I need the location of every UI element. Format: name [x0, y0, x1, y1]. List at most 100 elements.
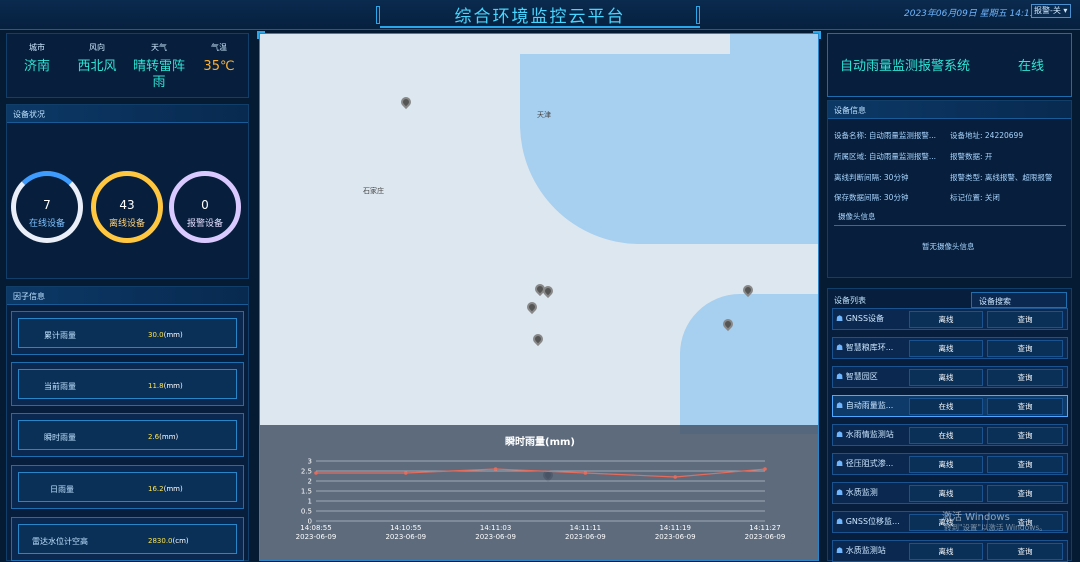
- map-label-shijiazhuang: 石家庄: [363, 187, 384, 195]
- query-button[interactable]: 查询: [987, 485, 1063, 502]
- map-corner: [813, 31, 821, 39]
- info-address: 设备地址: 24220699: [950, 131, 1024, 140]
- y-tick-label: 3: [308, 458, 312, 466]
- query-button[interactable]: 查询: [987, 543, 1063, 560]
- info-alarm-type: 报警类型: 离线报警、超限报警: [950, 173, 1053, 182]
- device-row[interactable]: ☗ 智慧粮库环... 离线 查询: [832, 337, 1068, 359]
- device-list-title: 设备列表: [834, 296, 866, 305]
- data-point[interactable]: [314, 471, 318, 475]
- alarm-label: 报警设备: [186, 219, 223, 229]
- camera-info-title: 摄像头信息: [838, 212, 876, 221]
- query-button[interactable]: 查询: [987, 369, 1063, 386]
- device-tree-icon: ☗: [836, 488, 844, 497]
- y-tick-label: 1: [308, 498, 312, 506]
- x-tick-label: 14:11:03: [480, 524, 511, 532]
- device-pin[interactable]: [530, 331, 546, 347]
- x-tick-label: 2023-06-09: [745, 533, 786, 541]
- device-row-name: ☗ 径压阻式渗...: [836, 459, 894, 468]
- device-status-title: 设备状况: [7, 105, 248, 123]
- offline-device-ring[interactable]: 43 离线设备: [91, 171, 163, 243]
- divider: [834, 225, 1066, 226]
- data-point[interactable]: [673, 475, 677, 479]
- device-row-status: 在线: [909, 427, 983, 444]
- rain-chart-panel: 瞬时雨量(mm) 0 0.5 1 1.5 2 2.5 3 14:08:55 2023-06-09…: [260, 425, 818, 560]
- factor-value: 2830.0(cm): [148, 537, 189, 545]
- y-tick-label: 2.5: [301, 468, 312, 476]
- query-button[interactable]: 查询: [987, 311, 1063, 328]
- x-tick-label: 2023-06-09: [475, 533, 516, 541]
- offline-count: 43: [119, 198, 135, 212]
- query-button[interactable]: 查询: [987, 340, 1063, 357]
- device-pin[interactable]: [524, 299, 540, 315]
- alarm-count: 0: [201, 198, 209, 212]
- y-tick-label: 2: [308, 478, 312, 486]
- data-point[interactable]: [583, 471, 588, 475]
- device-tree-icon: ☗: [836, 343, 844, 352]
- device-row-name: ☗ 水质监测站: [836, 546, 886, 555]
- device-row-status: 离线: [909, 340, 983, 357]
- factor-name: 累计雨量: [44, 331, 76, 340]
- device-row-name: ☗ 水雨情监测站: [836, 430, 894, 439]
- data-point[interactable]: [493, 467, 498, 471]
- series-line: [316, 468, 766, 478]
- factor-item: 日雨量 16.2(mm): [11, 465, 244, 509]
- x-tick-label: 14:11:27: [749, 524, 780, 532]
- x-tick-label: 14:08:55: [300, 524, 331, 532]
- device-row[interactable]: ☗ GNSS设备 离线 查询: [832, 308, 1068, 330]
- device-row[interactable]: ☗ 智慧园区 离线 查询: [832, 366, 1068, 388]
- map-label-tianjin: 天津: [537, 111, 551, 119]
- info-mark-position: 标记位置: 关闭: [950, 193, 1000, 202]
- device-row-status: 在线: [909, 398, 983, 415]
- info-device-name: 设备名称: 自动雨量监测报警...: [834, 131, 937, 140]
- weather-temp-value: 35℃: [203, 59, 235, 74]
- alarm-toggle-select[interactable]: 报警-关 ▾: [1031, 4, 1071, 18]
- device-row[interactable]: ☗ 水质监测 离线 查询: [832, 482, 1068, 504]
- y-tick-label: 1.5: [301, 488, 312, 496]
- device-row-status: 离线: [909, 369, 983, 386]
- device-row[interactable]: ☗ 水雨情监测站 在线 查询: [832, 424, 1068, 446]
- online-label: 在线设备: [28, 219, 65, 229]
- device-pin[interactable]: [398, 94, 414, 110]
- device-tree-icon: ☗: [836, 517, 844, 526]
- factor-panel: 因子信息 累计雨量 30.0(mm) 当前雨量 11.8(mm) 瞬时雨量 2.…: [6, 286, 249, 561]
- title-right-ornament: [696, 6, 700, 24]
- factor-name: 瞬时雨量: [44, 433, 76, 442]
- map-sea-yellow: [680, 294, 818, 434]
- info-alarm-data: 报警数据: 开: [950, 152, 993, 161]
- device-row-status: 离线: [909, 456, 983, 473]
- device-tree-icon: ☗: [836, 546, 844, 555]
- weather-condition-label: 天气: [151, 43, 167, 52]
- windows-activation-hint: 转到"设置"以激活 Windows。: [944, 523, 1047, 532]
- data-point[interactable]: [763, 467, 767, 471]
- factor-value: 2.6(mm): [148, 433, 179, 441]
- device-row[interactable]: ☗ 自动雨量监... 在线 查询: [832, 395, 1068, 417]
- data-point[interactable]: [404, 471, 408, 475]
- device-row-status: 离线: [909, 485, 983, 502]
- query-button[interactable]: 查询: [987, 456, 1063, 473]
- top-bar: 综合环境监控云平台 2023年06月09日 星期五 14:11:30 报警-关 …: [0, 0, 1080, 30]
- online-count: 7: [43, 198, 51, 212]
- device-tree-icon: ☗: [836, 459, 844, 468]
- system-name: 自动雨量监测报警系统: [840, 59, 971, 74]
- windows-activation-watermark: 激活 Windows: [942, 512, 1010, 523]
- x-tick-label: 2023-06-09: [385, 533, 426, 541]
- alarm-device-ring[interactable]: 0 报警设备: [169, 171, 241, 243]
- query-button[interactable]: 查询: [987, 427, 1063, 444]
- factor-name: 当前雨量: [44, 382, 76, 391]
- online-device-ring[interactable]: 7 在线设备: [11, 171, 83, 243]
- factor-item: 累计雨量 30.0(mm): [11, 311, 244, 355]
- device-row[interactable]: ☗ 径压阻式渗... 离线 查询: [832, 453, 1068, 475]
- weather-city-label: 城市: [29, 43, 45, 52]
- system-state: 在线: [1018, 59, 1045, 74]
- x-tick-label: 14:11:11: [570, 524, 601, 532]
- offline-label: 离线设备: [108, 219, 145, 229]
- weather-condition: 天气 晴转雷阵雨: [131, 42, 187, 91]
- map-view[interactable]: 天津 石家庄 瞬时雨量(mm) 0 0.5 1 1.5 2 2.5 3 14:08:55 202…: [259, 33, 819, 561]
- device-search-button[interactable]: 设备搜索: [971, 292, 1067, 308]
- date-time: 2023年06月09日 星期五 14:11:30: [904, 9, 1050, 19]
- no-camera-text: 暂无摄像头信息: [922, 242, 975, 251]
- device-row-name: ☗ GNSS位移监...: [836, 517, 900, 526]
- device-tree-icon: ☗: [836, 372, 844, 381]
- query-button[interactable]: 查询: [987, 398, 1063, 415]
- device-row[interactable]: ☗ 水质监测站 离线 查询: [832, 540, 1068, 562]
